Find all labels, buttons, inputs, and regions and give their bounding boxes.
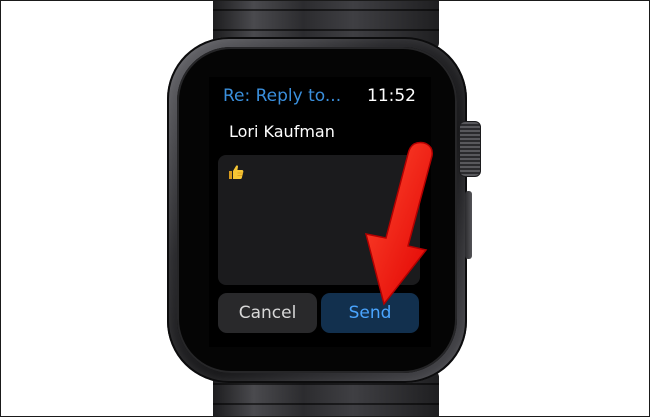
clock-time: 11:52 (367, 86, 416, 106)
screenshot-frame: Re: Reply to... 11:52 Lori Kaufman Cance… (0, 0, 650, 417)
sender-name: Lori Kaufman (229, 122, 335, 141)
side-button[interactable] (465, 191, 472, 259)
message-subject: Re: Reply to... (223, 86, 342, 106)
thumbs-up-icon (228, 164, 244, 183)
cancel-button[interactable]: Cancel (218, 293, 317, 333)
digital-crown[interactable] (459, 121, 481, 177)
red-arrow-icon (364, 141, 433, 306)
